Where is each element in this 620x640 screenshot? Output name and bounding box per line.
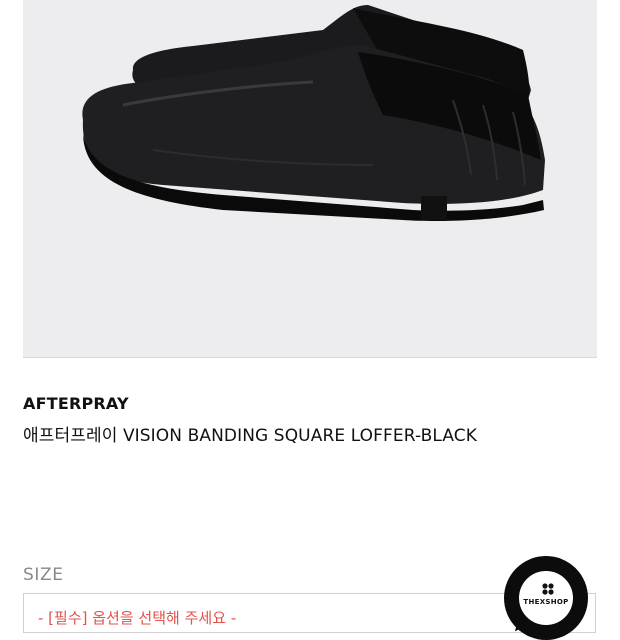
- loafer-shoes-image: [82, 5, 546, 221]
- chat-bubble-logo-icon: [542, 583, 554, 595]
- brand-name[interactable]: AFTERPRAY: [23, 394, 129, 413]
- size-select-placeholder: - [필수] 옵션을 선택해 주세요 -: [38, 609, 237, 627]
- badge-text: THEXSHOP: [523, 598, 569, 606]
- product-image[interactable]: [23, 0, 597, 357]
- size-option-label: SIZE: [23, 565, 64, 585]
- image-divider: [23, 357, 597, 358]
- thexshop-chat-badge[interactable]: THEXSHOP: [504, 556, 588, 640]
- product-title: 애프터프레이 VISION BANDING SQUARE LOFFER-BLAC…: [23, 426, 477, 446]
